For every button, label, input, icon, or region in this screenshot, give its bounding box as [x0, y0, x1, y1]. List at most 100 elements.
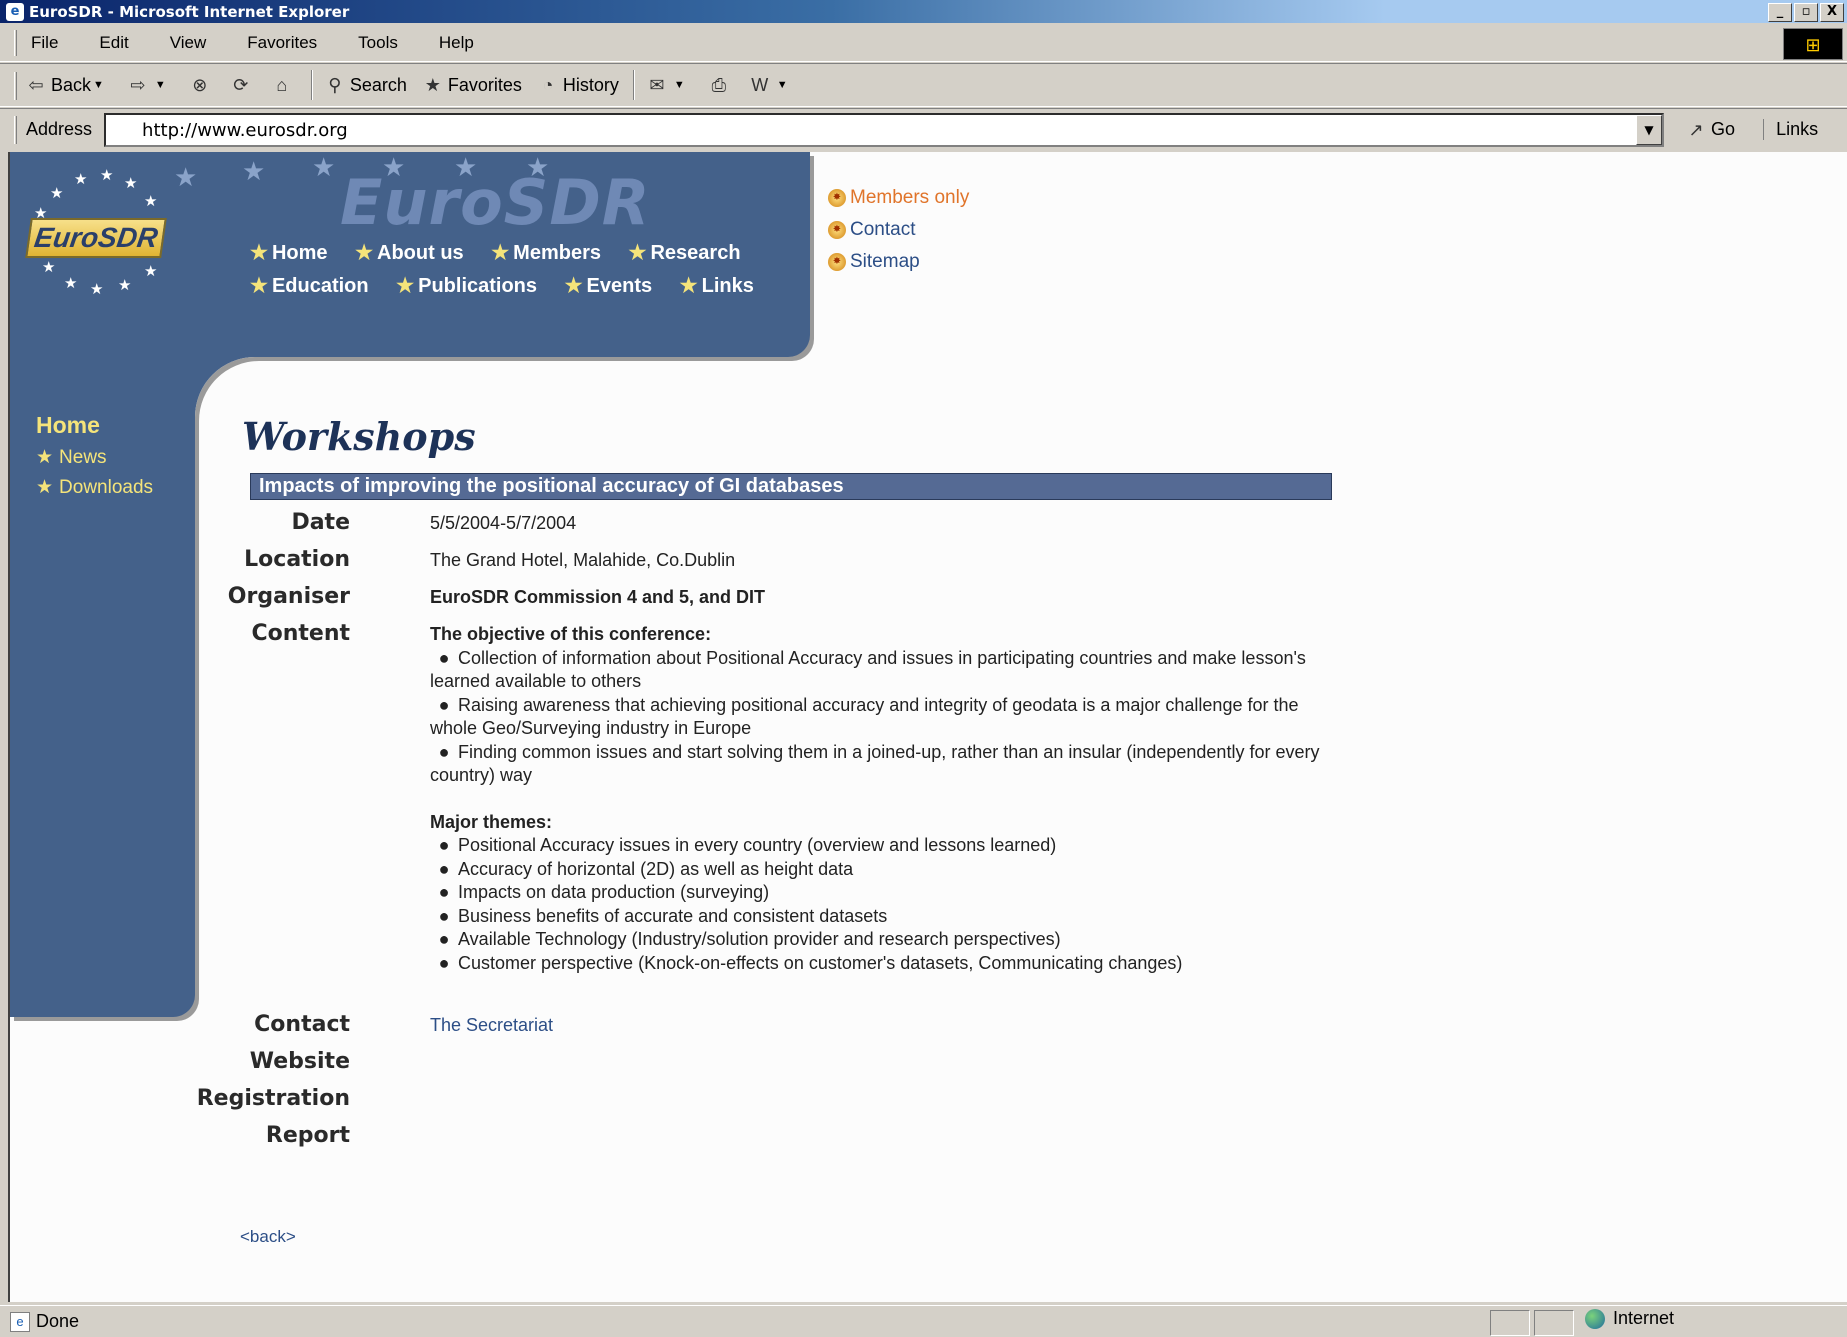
objective-heading: The objective of this conference: [430, 624, 712, 644]
theme-text: Business benefits of accurate and consis… [458, 905, 888, 926]
top-links: ✸ Members only ✸ Contact ✸ Sitemap [828, 182, 969, 278]
main-nav-row-1: ★ Home ★ About us ★ Members ★ Research [250, 240, 763, 265]
address-grip[interactable] [14, 116, 17, 144]
objective-text: Finding common issues and start solving … [430, 741, 1320, 786]
side-nav-home[interactable]: Home [36, 412, 153, 439]
forward-dropdown-icon[interactable]: ▼ [155, 79, 166, 91]
window-title: EuroSDR - Microsoft Internet Explorer [29, 2, 350, 21]
forward-button[interactable]: ⇨ ▼ [126, 73, 174, 97]
sitemap-link[interactable]: ✸ Sitemap [828, 246, 969, 278]
secretariat-link[interactable]: The Secretariat [430, 1015, 553, 1035]
minimize-button[interactable]: _ [1768, 3, 1792, 22]
nav-events[interactable]: ★ Events [565, 275, 653, 297]
main-nav-row-2: ★ Education ★ Publications ★ Events ★ Links [250, 273, 776, 298]
contact-label: Contact [850, 219, 916, 240]
nav-publications[interactable]: ★ Publications [396, 275, 537, 297]
nav-star-icon: ★ [250, 275, 268, 297]
side-nav-news[interactable]: ★ News [36, 443, 153, 473]
back-label: Back [51, 74, 92, 95]
organiser-value: EuroSDR Commission 4 and 5, and DIT [430, 587, 766, 607]
toolbar-separator [632, 70, 635, 100]
windows-logo-throbber: ⊞ [1783, 28, 1843, 60]
nav-star-icon: ★ [396, 275, 415, 297]
nav-education[interactable]: ★ Education [250, 275, 369, 297]
toolbar-grip[interactable] [14, 72, 17, 100]
report-label: Report [265, 1123, 350, 1148]
home-button[interactable]: ⌂ [270, 73, 297, 97]
stop-icon: ⊗ [192, 75, 208, 95]
side-news-label: News [59, 447, 107, 468]
back-link[interactable]: <back> [240, 1227, 296, 1247]
edit-dropdown-icon[interactable]: ▼ [777, 79, 788, 91]
organiser-label: Organiser [227, 584, 350, 609]
theme-item: ● Business benefits of accurate and consi… [430, 905, 1330, 929]
theme-text: Accuracy of horizontal (2D) as well as h… [458, 858, 854, 879]
theme-item: ● Accuracy of horizontal (2D) as well as … [430, 858, 1330, 882]
security-zone: Internet [1585, 1308, 1674, 1329]
history-button[interactable]: ◔ History [536, 73, 618, 97]
page-title: Workshops [242, 414, 476, 459]
theme-item: ● Available Technology (Industry/solution… [430, 928, 1330, 952]
nav-home-label: Home [271, 242, 328, 264]
address-input[interactable]: http://www.eurosdr.org ▼ [104, 112, 1665, 147]
print-button[interactable]: ⎙ [707, 73, 734, 97]
nav-members[interactable]: ★ Members [491, 242, 601, 264]
refresh-icon: ⟳ [233, 75, 249, 95]
side-star-icon: ★ [36, 477, 54, 498]
theme-text: Available Technology (Industry/solution … [458, 929, 1061, 949]
menu-favorites[interactable]: Favorites [240, 29, 324, 57]
address-dropdown-icon[interactable]: ▼ [1636, 114, 1663, 145]
mail-dropdown-icon[interactable]: ▼ [674, 79, 685, 91]
nav-home[interactable]: ★ Home [250, 242, 328, 264]
bullet-icon: ● [438, 929, 450, 949]
side-nav-downloads[interactable]: ★ Downloads [36, 473, 153, 503]
bullet-icon: ● [438, 905, 450, 926]
event-title-bar: Impacts of improving the positional accu… [250, 473, 1332, 500]
nav-research[interactable]: ★ Research [629, 242, 741, 264]
window-titlebar: e EuroSDR - Microsoft Internet Explorer … [0, 0, 1847, 23]
menu-tools[interactable]: Tools [351, 29, 405, 57]
site-logo[interactable]: ★ ★ ★ ★ ★ ★ ★ ★ ★ ★ ★ EuroSDR [20, 166, 170, 298]
date-value: 5/5/2004-5/7/2004 [430, 513, 577, 533]
contact-link[interactable]: ✸ Contact [828, 214, 969, 246]
bullet-icon: ● [438, 952, 450, 973]
print-icon: ⎙ [711, 75, 726, 95]
refresh-button[interactable]: ⟳ [229, 73, 256, 97]
address-label: Address [26, 119, 93, 139]
status-text: Done [36, 1311, 80, 1331]
menu-file[interactable]: File [24, 29, 65, 57]
page-viewport[interactable]: ★ ★ ★ ★ ★ ★ ★ ★ ★ ★ ★ EuroSDR ★ ★ ★ ★ ★ … [8, 152, 1847, 1302]
nav-links[interactable]: ★ Links [680, 275, 754, 297]
menu-view[interactable]: View [163, 29, 214, 57]
nav-star-icon: ★ [491, 242, 510, 264]
close-button[interactable]: X [1820, 3, 1844, 22]
search-button[interactable]: ⚲ Search [323, 73, 407, 97]
website-label: Website [249, 1049, 350, 1074]
links-button[interactable]: Links [1763, 119, 1818, 140]
back-dropdown-icon[interactable]: ▼ [93, 79, 104, 91]
nav-education-label: Education [271, 275, 369, 297]
favorites-button[interactable]: ★ Favorites [421, 73, 522, 97]
theme-item: ● Impacts on data production (surveying) [430, 881, 1330, 905]
theme-text: Customer perspective (Knock-on-effects o… [458, 952, 1183, 973]
edit-button[interactable]: W ▼ [748, 73, 796, 97]
menu-edit[interactable]: Edit [92, 29, 135, 57]
header-star-icon: ★ [242, 156, 266, 186]
go-button[interactable]: ↗ Go [1684, 118, 1736, 142]
back-button[interactable]: ⇦ Back ▼ [24, 73, 112, 97]
menu-grip[interactable] [14, 30, 17, 56]
nav-publications-label: Publications [418, 275, 538, 297]
favorites-label: Favorites [447, 74, 522, 95]
members-only-link[interactable]: ✸ Members only [828, 182, 969, 214]
status-pane [1490, 1310, 1530, 1336]
maximize-button[interactable]: ▫ [1794, 3, 1818, 22]
stop-button[interactable]: ⊗ [188, 73, 215, 97]
nav-about-us[interactable]: ★ About us [355, 242, 464, 264]
nav-members-label: Members [513, 242, 601, 264]
objective-item: ● Raising awareness that achieving positi… [430, 694, 1330, 741]
theme-item: ● Customer perspective (Knock-on-effects … [430, 952, 1330, 976]
mail-button[interactable]: ✉ ▼ [645, 73, 693, 97]
menu-help[interactable]: Help [432, 29, 481, 57]
sitemap-badge-icon: ✸ [828, 253, 846, 271]
